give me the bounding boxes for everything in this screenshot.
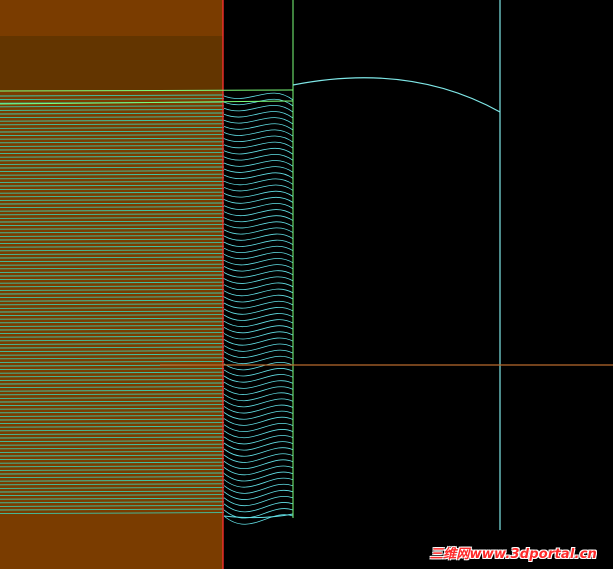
watermark-logo: 三维网www.3dportal.cn bbox=[429, 547, 597, 562]
hatch-curve bbox=[223, 404, 294, 414]
hatch-curve bbox=[223, 441, 294, 451]
hatch-curve bbox=[223, 147, 294, 155]
hatch-curve bbox=[223, 215, 294, 223]
hatch-curve bbox=[223, 282, 294, 290]
hatch-curve bbox=[223, 160, 294, 167]
hatch-curve bbox=[223, 117, 294, 125]
hatch-curve bbox=[223, 288, 294, 297]
brown-dark-band bbox=[0, 36, 223, 90]
hatch-curve bbox=[223, 435, 294, 445]
hatch-curve bbox=[223, 423, 294, 432]
hatch-curve bbox=[223, 129, 294, 137]
hatch-curved-lines bbox=[223, 92, 294, 525]
hatch-curve bbox=[223, 294, 294, 303]
hatch-curve bbox=[223, 264, 294, 272]
cyan-arc-curve bbox=[292, 77, 501, 113]
hatch-curve bbox=[223, 270, 294, 278]
hatch-curve bbox=[223, 252, 294, 260]
hatch-curve bbox=[223, 104, 294, 113]
hatch-curve bbox=[223, 92, 294, 101]
hatch-curve bbox=[223, 276, 294, 284]
hatch-curve bbox=[223, 197, 294, 204]
hatch-curve bbox=[223, 386, 294, 395]
hatch-curve bbox=[223, 178, 294, 186]
hatch-curve bbox=[223, 166, 294, 173]
hatch-curve bbox=[223, 184, 294, 192]
hatch-curve bbox=[223, 190, 294, 198]
hatch-curve bbox=[223, 239, 294, 247]
hatch-curve bbox=[223, 221, 294, 229]
hatch-curve bbox=[223, 245, 294, 253]
hatch-curve bbox=[223, 135, 294, 143]
hatch-curve bbox=[223, 172, 294, 180]
hatch-curve bbox=[223, 300, 294, 309]
hatch-curve bbox=[223, 258, 294, 266]
hatch-curve bbox=[223, 392, 294, 402]
hatch-curve bbox=[223, 98, 294, 107]
hatch-curve bbox=[223, 429, 294, 439]
hatch-curve bbox=[223, 416, 294, 426]
hatch-curve bbox=[223, 380, 294, 389]
hatch-curve bbox=[223, 141, 294, 149]
hatch-curve bbox=[223, 123, 294, 131]
hatch-curve bbox=[223, 410, 294, 420]
hatch-curve bbox=[223, 111, 294, 119]
hatch-curve bbox=[223, 306, 294, 315]
hatch-curve bbox=[223, 154, 294, 161]
hatch-curve bbox=[223, 398, 294, 408]
hatch-curve bbox=[223, 209, 294, 217]
hatch-curve bbox=[223, 227, 294, 235]
hatch-curve bbox=[223, 233, 294, 241]
hatch-curve bbox=[223, 203, 294, 210]
cad-viewport[interactable]: 三维网www.3dportal.cn bbox=[0, 0, 613, 569]
cad-drawing bbox=[0, 0, 613, 569]
